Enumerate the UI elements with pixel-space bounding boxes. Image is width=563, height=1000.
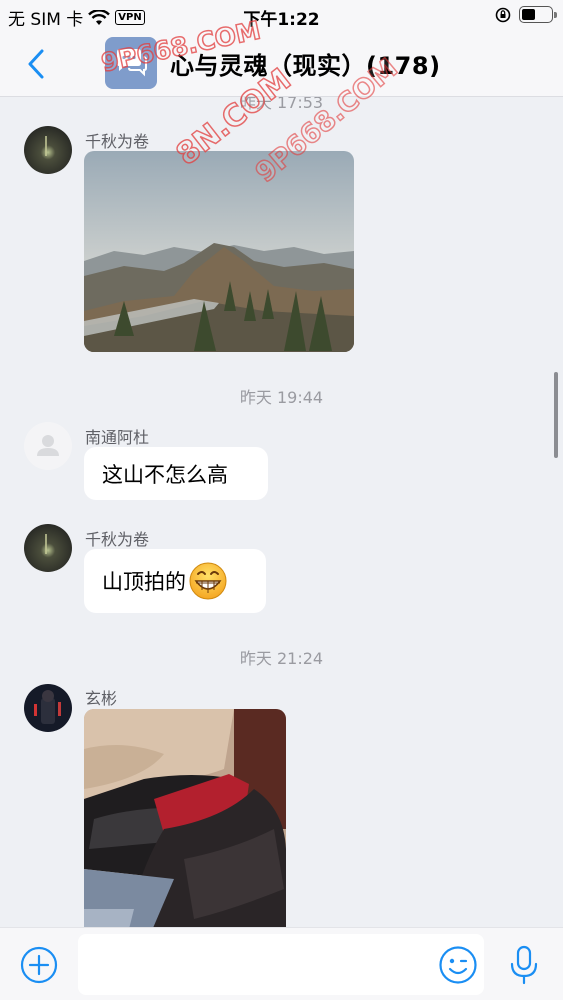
plus-icon[interactable]	[20, 946, 58, 984]
message-text: 山顶拍的	[102, 570, 186, 594]
mountain-photo[interactable]	[84, 151, 354, 352]
time-divider: 昨天 21:24	[239, 649, 324, 668]
stockings-photo[interactable]	[84, 709, 286, 927]
back-chevron-icon[interactable]	[22, 47, 52, 81]
avatar-image	[24, 126, 72, 174]
avatar[interactable]	[24, 684, 72, 732]
sender-name: 千秋为卷	[85, 530, 150, 549]
battery-icon	[519, 6, 557, 23]
grin-emoji-icon	[189, 562, 227, 600]
message-bubble[interactable]: 这山不怎么高	[84, 447, 268, 500]
sender-name: 玄彬	[85, 689, 118, 708]
rotation-lock-icon	[495, 7, 511, 22]
chat-area[interactable]: 昨天 17:53 千秋为卷 昨天 19:44 南通阿杜 这山不怎么高 千秋为卷 …	[0, 97, 563, 927]
message-text: 这山不怎么高	[102, 462, 228, 487]
time-divider: 昨天 17:53	[239, 97, 324, 112]
avatar[interactable]	[24, 524, 72, 572]
sender-name: 千秋为卷	[85, 132, 150, 151]
avatar-image	[24, 684, 72, 732]
emoji-icon[interactable]	[438, 945, 478, 985]
chat-bubbles-icon	[117, 49, 147, 77]
nav-bar: 心与灵魂（现实）(178)	[0, 30, 563, 97]
default-user-icon	[37, 435, 59, 456]
scrollbar[interactable]	[554, 372, 558, 458]
message-bubble[interactable]: 山顶拍的	[84, 549, 266, 613]
group-avatar[interactable]	[105, 37, 157, 89]
status-bar: 无 SIM 卡 VPN 下午1:22	[0, 0, 563, 30]
input-bar	[0, 927, 563, 1000]
time-divider: 昨天 19:44	[239, 388, 324, 407]
clock: 下午1:22	[243, 10, 320, 30]
message-input[interactable]	[78, 934, 484, 995]
avatar-image	[24, 524, 72, 572]
chat-title[interactable]: 心与灵魂（现实）(178)	[170, 46, 441, 81]
avatar[interactable]	[24, 422, 72, 470]
microphone-icon[interactable]	[508, 944, 540, 986]
avatar[interactable]	[24, 126, 72, 174]
sender-name: 南通阿杜	[85, 428, 150, 447]
